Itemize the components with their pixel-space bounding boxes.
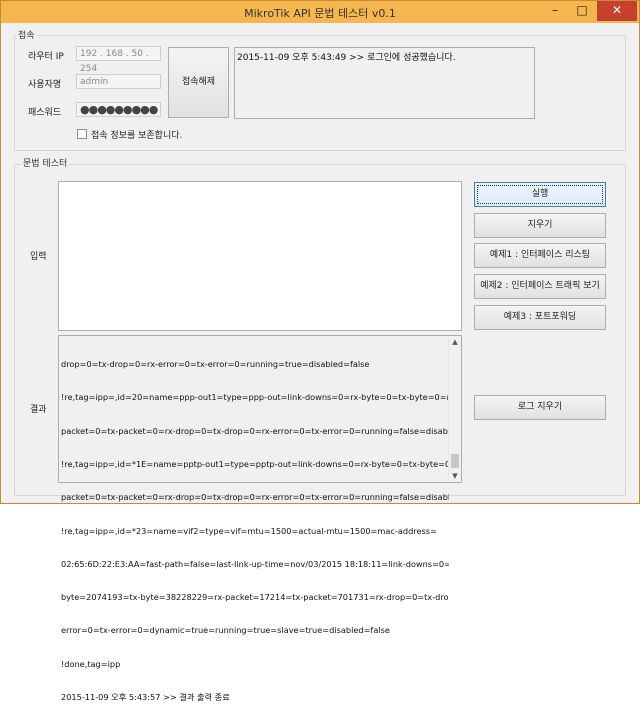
result-line: drop=0=tx-drop=0=rx-error=0=tx-error=0=r… [61,359,370,370]
grammar-group-title: 문법 테스터 [21,156,70,169]
save-login-checkbox[interactable] [77,129,87,139]
result-line: error=0=tx-error=0=dynamic=true=running=… [61,625,390,636]
router-ip-label: 라우터 IP [28,52,64,62]
example2-button[interactable]: 예제2 : 인터페이스 트래픽 보기 [474,274,606,299]
input-label: 입력 [30,252,47,262]
result-label: 결과 [30,405,47,415]
result-scrollbar[interactable]: ▲ ▼ [448,336,461,482]
minimize-button[interactable]: – [542,1,568,21]
result-line: !re,tag=ipp=,id=*1E=name=pptp-out1=type=… [61,459,449,470]
result-line: !done,tag=ipp [61,658,121,669]
result-output[interactable]: drop=0=tx-drop=0=rx-error=0=tx-error=0=r… [58,335,462,702]
result-line: 02:65:6D:22:E3:AA=fast-path=false=last-l… [61,558,449,569]
password-field[interactable]: ●●●●●●●●● [76,102,161,117]
scroll-up-icon[interactable]: ▲ [449,336,461,348]
username-label: 사용자명 [28,80,62,90]
result-line: !re,tag=ipp=,id=20=name=ppp-out1=type=pp… [61,392,449,403]
connection-status-box: 2015-11-09 오후 5:43:49 >> 로그인에 성공했습니다. [234,47,535,119]
result-line: byte=2074193=tx-byte=38228229=rx-packet=… [61,592,449,603]
example1-button[interactable]: 예제1 : 인터페이스 리스팅 [474,243,606,268]
example3-button[interactable]: 예제3 : 포트포워딩 [474,305,606,330]
username-field[interactable]: admin [76,74,161,89]
connection-status-text: 2015-11-09 오후 5:43:49 >> 로그인에 성공했습니다. [237,53,456,63]
result-text: drop=0=tx-drop=0=rx-error=0=tx-error=0=r… [61,337,449,725]
result-line: 2015-11-09 오후 5:43:57 >> 결과 출력 종료 [61,692,230,702]
scroll-thumb[interactable] [451,454,459,468]
result-line: packet=0=tx-packet=0=rx-drop=0=tx-drop=0… [61,425,449,436]
connect-toggle-button[interactable]: 접속해제 [168,47,229,118]
run-button[interactable]: 실행 [474,182,606,207]
password-label: 패스워드 [28,108,62,118]
maximize-button[interactable]: □ [569,1,595,21]
result-line: !re,tag=ipp=,id=*23=name=vif2=type=vif=m… [61,525,437,536]
save-login-label[interactable]: 접속 정보를 보존합니다. [91,128,182,141]
result-line: packet=0=tx-packet=0=rx-drop=0=tx-drop=0… [61,492,449,503]
clear-log-button[interactable]: 로그 지우기 [474,395,606,420]
connection-group-title: 접속 [16,28,37,41]
scroll-down-icon[interactable]: ▼ [449,470,461,482]
command-input[interactable] [58,181,462,331]
router-ip-field[interactable]: 192 . 168 . 50 . 254 [76,46,161,74]
clear-input-button[interactable]: 지우기 [474,213,606,238]
main-window: MikroTik API 문법 테스터 v0.1 – □ ✕ 접속 라우터 IP… [0,0,640,702]
title-bar[interactable]: MikroTik API 문법 테스터 v0.1 – □ ✕ [1,1,639,23]
close-button[interactable]: ✕ [597,1,637,21]
